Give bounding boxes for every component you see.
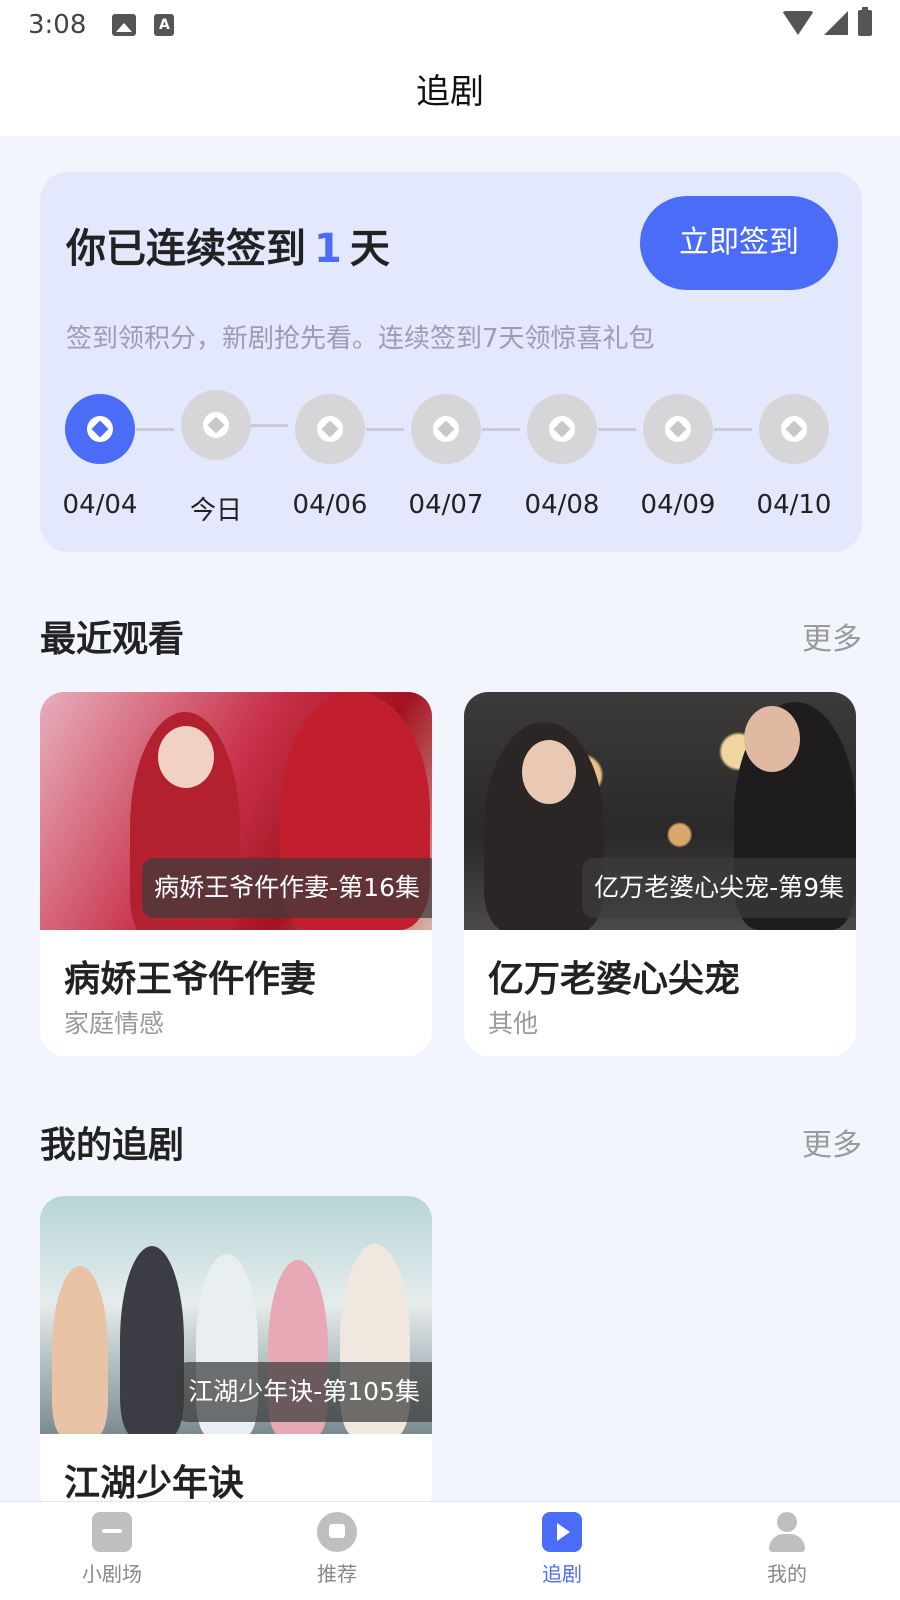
drama-title: 亿万老婆心尖宠 — [488, 959, 741, 1000]
gift-icon — [181, 390, 251, 460]
cover-figure-face — [522, 740, 576, 804]
day-connector — [714, 428, 752, 431]
gift-icon — [643, 394, 713, 464]
drama-title: 病娇王爷仵作妻 — [64, 959, 317, 1000]
nav-item-profile[interactable]: 我的 — [727, 1512, 847, 1587]
page-title: 追剧 — [416, 72, 484, 112]
section-title-recent: 最近观看 — [40, 619, 185, 660]
header: 追剧 — [0, 50, 900, 136]
nav-label: 追剧 — [542, 1562, 582, 1586]
checkin-day: 04/04 — [60, 394, 140, 520]
checkin-days: 04/04 今日 04/06 04/07 04/08 04/09 04/10 — [60, 390, 842, 534]
checkin-day: 04/08 — [522, 394, 602, 520]
checkin-card: 你已连续签到 1 天 立即签到 签到领积分，新剧抢先看。连续签到7天领惊喜礼包 04… — [40, 172, 862, 552]
checkin-description: 签到领积分，新剧抢先看。连续签到7天领惊喜礼包 — [66, 324, 655, 354]
gift-icon — [411, 394, 481, 464]
checkin-button[interactable]: 立即签到 — [640, 196, 838, 290]
gift-icon — [759, 394, 829, 464]
app-notification-icon: A — [154, 14, 175, 36]
nav-label: 小剧场 — [82, 1562, 142, 1586]
nav-item-recommend[interactable]: 推荐 — [277, 1512, 397, 1587]
drama-genre: 其他 — [488, 1009, 539, 1038]
checkin-title-prefix: 你已连续签到 — [66, 226, 306, 272]
checkin-count: 1 — [314, 226, 342, 272]
status-icons — [782, 7, 872, 36]
episode-badge: 亿万老婆心尖宠-第9集 — [582, 858, 856, 918]
status-time: 3:08 — [28, 10, 87, 40]
drama-cover-image[interactable]: 亿万老婆心尖宠-第9集 — [464, 692, 856, 930]
section-title-following: 我的追剧 — [40, 1125, 185, 1166]
cover-figure — [120, 1246, 184, 1434]
checkin-day: 今日 — [176, 390, 256, 527]
drama-genre: 家庭情感 — [64, 1009, 165, 1038]
status-bar: 3:08 A — [0, 0, 900, 50]
cover-figure-face — [158, 726, 214, 788]
checkin-day: 04/06 — [290, 394, 370, 520]
day-connector — [482, 428, 520, 431]
checked-gift-icon — [65, 394, 135, 464]
day-connector — [250, 424, 288, 427]
day-connector — [366, 428, 404, 431]
drama-cover-image[interactable]: 江湖少年诀-第105集 — [40, 1196, 432, 1434]
checkin-day: 04/10 — [754, 394, 834, 520]
day-connector — [136, 428, 174, 431]
day-label: 今日 — [189, 496, 242, 526]
person-icon — [767, 1512, 807, 1552]
thumbs-up-icon — [317, 1512, 357, 1552]
nav-item-theater[interactable]: 小剧场 — [52, 1512, 172, 1587]
tv-icon — [92, 1512, 132, 1552]
drama-card[interactable]: 江湖少年诀-第105集 江湖少年诀 — [40, 1196, 432, 1516]
day-label: 04/06 — [292, 490, 368, 520]
checkin-day: 04/07 — [406, 394, 486, 520]
nav-label: 推荐 — [317, 1562, 357, 1586]
day-label: 04/10 — [756, 490, 832, 520]
play-icon — [542, 1512, 582, 1552]
checkin-day: 04/09 — [638, 394, 718, 520]
drama-card[interactable]: 亿万老婆心尖宠-第9集 亿万老婆心尖宠 其他 — [464, 692, 856, 1056]
cover-figure — [52, 1266, 108, 1434]
day-label: 04/09 — [640, 490, 716, 520]
following-more-link[interactable]: 更多 — [802, 1120, 862, 1164]
day-connector — [598, 428, 636, 431]
checkin-title: 你已连续签到 1 天 — [66, 216, 390, 274]
signal-icon — [824, 11, 848, 35]
bottom-nav: 小剧场 推荐 追剧 我的 — [0, 1501, 900, 1600]
following-section-header: 我的追剧 更多 — [40, 1116, 862, 1166]
drama-cover-image[interactable]: 病娇王爷仵作妻-第16集 — [40, 692, 432, 930]
battery-icon — [858, 7, 872, 36]
recent-section-header: 最近观看 更多 — [40, 610, 862, 660]
checkin-title-suffix: 天 — [349, 226, 390, 272]
episode-badge: 病娇王爷仵作妻-第16集 — [142, 858, 432, 918]
gift-icon — [295, 394, 365, 464]
image-notification-icon — [112, 14, 137, 36]
drama-title: 江湖少年诀 — [64, 1463, 245, 1504]
gift-icon — [527, 394, 597, 464]
drama-card[interactable]: 病娇王爷仵作妻-第16集 病娇王爷仵作妻 家庭情感 — [40, 692, 432, 1056]
nav-item-following[interactable]: 追剧 — [502, 1512, 622, 1587]
day-label: 04/04 — [62, 490, 138, 520]
day-label: 04/08 — [524, 490, 600, 520]
wifi-icon — [782, 11, 814, 35]
day-label: 04/07 — [408, 490, 484, 520]
recent-more-link[interactable]: 更多 — [802, 614, 862, 658]
nav-label: 我的 — [767, 1562, 807, 1586]
episode-badge: 江湖少年诀-第105集 — [176, 1362, 432, 1422]
cover-figure-face — [744, 706, 800, 772]
